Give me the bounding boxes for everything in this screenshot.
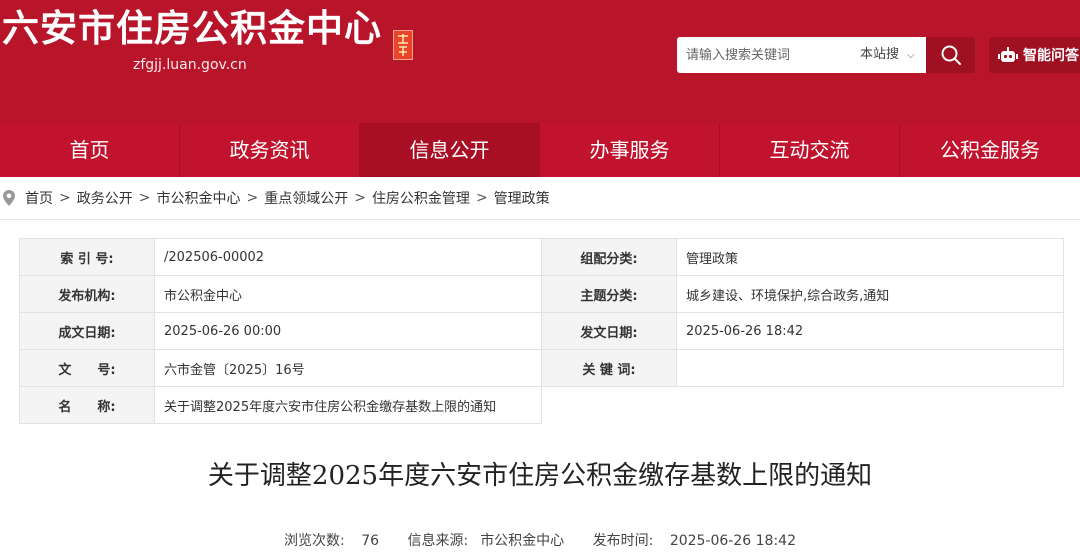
search-button[interactable]: [926, 37, 975, 73]
publish-time-label: 发布时间:: [592, 533, 654, 549]
nav-item-disclosure[interactable]: 信息公开: [360, 123, 540, 177]
views-count: 76: [361, 533, 380, 549]
keywords-label: 关 键 词:: [541, 349, 677, 387]
name-label: 名 称:: [19, 386, 155, 424]
search-icon: [941, 45, 961, 65]
created-date-value: 2025-06-26 00:00: [154, 312, 542, 350]
created-date-label: 成文日期:: [19, 312, 155, 350]
breadcrumb-home[interactable]: 首页: [25, 188, 53, 208]
breadcrumb-policy[interactable]: 管理政策: [494, 188, 550, 208]
search-scope-label: 本站搜: [860, 47, 900, 62]
site-title[interactable]: 六安市住房公积金中心: [2, 6, 382, 52]
document-title: 关于调整2025年度六安市住房公积金缴存基数上限的通知: [207, 461, 873, 491]
search-input[interactable]: [677, 37, 852, 73]
source-value: 市公积金中心: [480, 533, 565, 549]
seal-logo: [393, 30, 413, 60]
publisher-label: 发布机构:: [19, 275, 155, 313]
views-label: 浏览次数:: [284, 533, 345, 549]
table-row: 名 称: 关于调整2025年度六安市住房公积金缴存基数上限的通知: [19, 386, 1064, 424]
search-scope-select[interactable]: 本站搜 ⌵: [860, 37, 915, 73]
breadcrumb-gov-affairs[interactable]: 政务公开: [77, 188, 133, 208]
ai-qa-button[interactable]: 智能问答: [989, 37, 1080, 73]
index-value: /202506-00002: [154, 238, 542, 276]
doc-number-label: 文 号:: [19, 349, 155, 387]
topic-label: 主题分类:: [541, 275, 677, 313]
table-row: 发布机构: 市公积金中心 主题分类: 城乡建设、环境保护,综合政务,通知: [19, 275, 1064, 313]
nav-item-fund-services[interactable]: 公积金服务: [900, 123, 1080, 177]
location-pin-icon: [2, 189, 16, 207]
breadcrumb-key-areas[interactable]: 重点领域公开: [264, 188, 348, 208]
ai-qa-label: 智能问答: [1023, 48, 1079, 64]
table-row: 成文日期: 2025-06-26 00:00 发文日期: 2025-06-26 …: [19, 312, 1064, 350]
breadcrumb: 首页 > 政务公开 > 市公积金中心 > 重点领域公开 > 住房公积金管理 > 管理政策: [0, 177, 1080, 220]
nav-item-interaction[interactable]: 互动交流: [720, 123, 900, 177]
nav-item-services[interactable]: 办事服务: [540, 123, 720, 177]
document-info-table: 索 引 号: /202506-00002 组配分类: 管理政策 发布机构: 市公…: [19, 238, 1064, 424]
site-header: 六安市住房公积金中心 zfgjj.luan.gov.cn 本站搜 ⌵ 智能问答: [0, 0, 1080, 123]
search-box: 本站搜 ⌵: [677, 37, 926, 73]
topic-value: 城乡建设、环境保护,综合政务,通知: [676, 275, 1064, 313]
issued-date-label: 发文日期:: [541, 312, 677, 350]
source-label: 信息来源:: [407, 533, 469, 549]
keywords-value: [676, 349, 1064, 387]
breadcrumb-fund-management[interactable]: 住房公积金管理: [372, 188, 470, 208]
nav-item-news[interactable]: 政务资讯: [180, 123, 360, 177]
breadcrumb-fund-center[interactable]: 市公积金中心: [156, 188, 240, 208]
issued-date-value: 2025-06-26 18:42: [676, 312, 1064, 350]
category-label: 组配分类:: [541, 238, 677, 276]
main-nav: 首页 政务资讯 信息公开 办事服务 互动交流 公积金服务: [0, 123, 1080, 177]
table-row: 索 引 号: /202506-00002 组配分类: 管理政策: [19, 238, 1064, 276]
index-label: 索 引 号:: [19, 238, 155, 276]
nav-item-home[interactable]: 首页: [0, 123, 180, 177]
robot-icon: [998, 47, 1018, 62]
site-domain: zfgjj.luan.gov.cn: [133, 57, 247, 73]
publish-time-value: 2025-06-26 18:42: [669, 533, 796, 549]
document-meta: 浏览次数: 76 信息来源: 市公积金中心 发布时间: 2025-06-26 18…: [0, 530, 1080, 550]
table-row: 文 号: 六市金管〔2025〕16号 关 键 词:: [19, 349, 1064, 387]
name-value: 关于调整2025年度六安市住房公积金缴存基数上限的通知: [154, 386, 542, 424]
publisher-value: 市公积金中心: [154, 275, 542, 313]
chevron-down-icon: ⌵: [907, 50, 915, 61]
category-value: 管理政策: [676, 238, 1064, 276]
doc-number-value: 六市金管〔2025〕16号: [154, 349, 542, 387]
